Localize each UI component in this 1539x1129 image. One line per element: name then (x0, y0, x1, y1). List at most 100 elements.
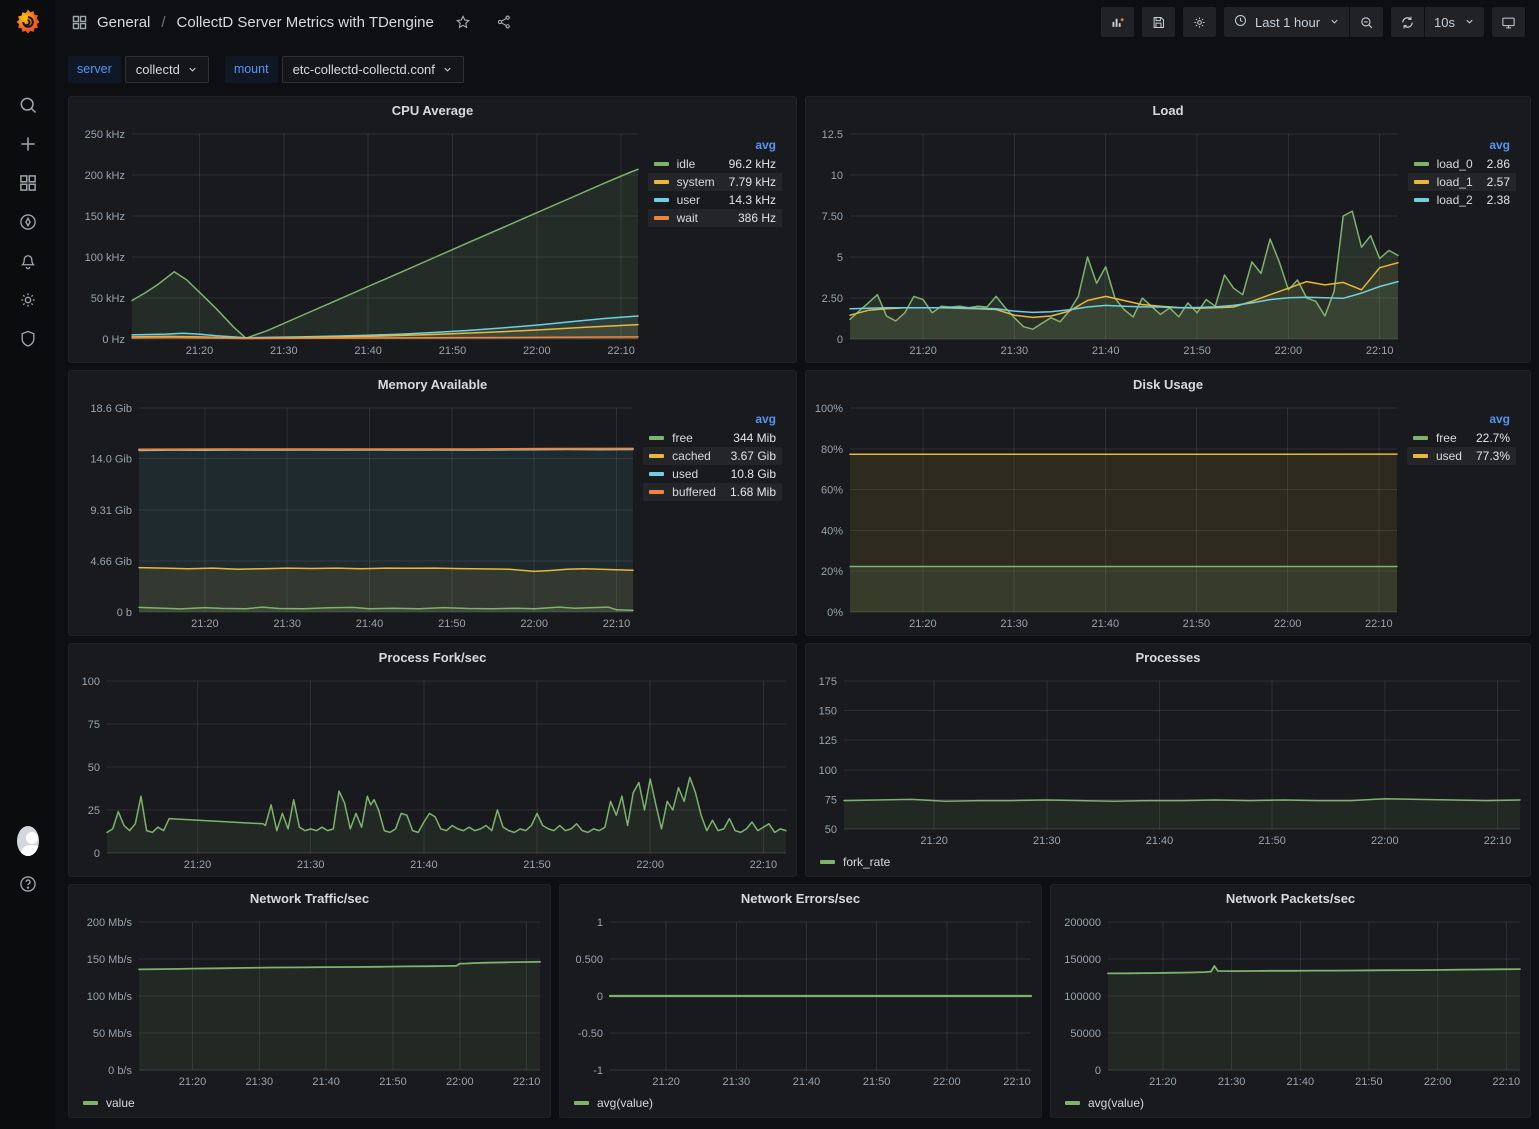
refresh-picker: 10s (1391, 7, 1484, 37)
grafana-logo-icon[interactable] (13, 7, 43, 37)
legend-item-used[interactable]: used10.8 Gib (643, 465, 782, 483)
legend-swatch (649, 436, 664, 440)
panel-title[interactable]: Process Fork/sec (69, 644, 796, 671)
svg-text:150 kHz: 150 kHz (85, 211, 125, 223)
svg-text:200 kHz: 200 kHz (85, 170, 125, 182)
legend-item-free[interactable]: free22.7% (1407, 429, 1516, 447)
panel-title[interactable]: Memory Available (69, 371, 796, 398)
disk-usage-chart[interactable]: 0%20%40%60%80%100%21:2021:3021:4021:5022… (810, 398, 1403, 633)
panel-title[interactable]: Network Traffic/sec (69, 885, 550, 912)
user-avatar[interactable] (17, 830, 39, 852)
alerting-bell-icon[interactable] (17, 250, 39, 272)
panel-title[interactable]: CPU Average (69, 97, 796, 124)
panel-load: Load 02.5057.501012.521:2021:3021:4021:5… (805, 96, 1531, 363)
legend-series-name: fork_rate (843, 855, 890, 869)
legend-series-name: load_0 (1437, 157, 1473, 171)
legend-series-value: 2.38 (1473, 193, 1510, 207)
legend-avg-header: avg (643, 410, 782, 429)
svg-text:250 kHz: 250 kHz (85, 129, 125, 141)
svg-text:21:20: 21:20 (652, 1076, 680, 1088)
network-errors-chart[interactable]: -1-0.5000.500121:2021:3021:4021:5022:002… (564, 912, 1037, 1091)
svg-text:21:50: 21:50 (379, 1076, 407, 1088)
legend-item-load_0[interactable]: load_02.86 (1408, 155, 1516, 173)
create-plus-icon[interactable] (17, 133, 39, 155)
explore-compass-icon[interactable] (17, 211, 39, 233)
refresh-interval-button[interactable]: 10s (1424, 7, 1484, 37)
legend-item-wait[interactable]: wait 386 Hz (648, 209, 782, 227)
legend-series-name: cached (672, 449, 711, 463)
share-icon[interactable] (492, 10, 516, 34)
legend-item-avg(value)[interactable]: avg(value) (1065, 1096, 1144, 1110)
save-dashboard-button[interactable] (1142, 7, 1175, 37)
panel-title[interactable]: Disk Usage (806, 371, 1530, 398)
dashboard-settings-button[interactable] (1183, 7, 1216, 37)
star-icon[interactable] (451, 10, 475, 34)
svg-text:2.50: 2.50 (822, 293, 843, 305)
panel-title[interactable]: Processes (806, 644, 1530, 671)
legend-series-value: 386 Hz (724, 211, 776, 225)
network-errors-legend: avg(value) (564, 1091, 1037, 1115)
legend-item-user[interactable]: user14.3 kHz (648, 191, 782, 209)
disk-usage-legend: avgfree22.7%used77.3% (1403, 398, 1526, 633)
legend-swatch (1414, 162, 1429, 166)
svg-text:60%: 60% (821, 485, 843, 497)
dashboards-icon[interactable] (17, 172, 39, 194)
legend-item-idle[interactable]: idle96.2 kHz (648, 155, 782, 173)
svg-text:21:20: 21:20 (179, 1076, 207, 1088)
legend-item-avg(value)[interactable]: avg(value) (574, 1096, 653, 1110)
svg-text:21:30: 21:30 (273, 618, 301, 630)
variable-server-value[interactable]: collectd (125, 56, 209, 83)
network-packets-chart[interactable]: 05000010000015000020000021:2021:3021:402… (1055, 912, 1526, 1091)
legend-swatch (1414, 180, 1429, 184)
legend-item-system[interactable]: system7.79 kHz (648, 173, 782, 191)
cpu-average-chart[interactable]: 0 Hz50 kHz100 kHz150 kHz200 kHz250 kHz21… (73, 124, 644, 360)
panel-title[interactable]: Load (806, 97, 1530, 124)
legend-item-load_2[interactable]: load_22.38 (1408, 191, 1516, 209)
legend-item-cached[interactable]: cached3.67 Gib (643, 447, 782, 465)
panel-title[interactable]: Network Errors/sec (560, 885, 1041, 912)
variable-server-label[interactable]: server (68, 56, 121, 83)
legend-series-value: 22.7% (1462, 431, 1510, 445)
svg-text:150 Mb/s: 150 Mb/s (87, 954, 133, 966)
search-icon[interactable] (17, 94, 39, 116)
svg-text:22:10: 22:10 (750, 859, 778, 871)
configuration-gear-icon[interactable] (17, 289, 39, 311)
legend-series-value: 344 Mib (719, 431, 776, 445)
variable-mount-label[interactable]: mount (225, 56, 278, 83)
zoom-out-button[interactable] (1349, 7, 1383, 37)
network-traffic-chart[interactable]: 0 b/s50 Mb/s100 Mb/s150 Mb/s200 Mb/s21:2… (73, 912, 546, 1091)
legend-series-name: load_1 (1437, 175, 1473, 189)
legend-series-name: wait (677, 211, 698, 225)
legend-item-fork_rate[interactable]: fork_rate (820, 855, 890, 869)
svg-text:25: 25 (88, 805, 100, 817)
legend-swatch (1413, 436, 1428, 440)
legend-item-used[interactable]: used77.3% (1407, 447, 1516, 465)
refresh-button[interactable] (1391, 7, 1424, 37)
svg-text:12.5: 12.5 (822, 129, 843, 141)
svg-text:0: 0 (597, 991, 603, 1003)
svg-text:21:20: 21:20 (1149, 1076, 1177, 1088)
panel-process-fork: Process Fork/sec 025507510021:2021:3021:… (68, 643, 797, 877)
load-chart[interactable]: 02.5057.501012.521:2021:3021:4021:5022:0… (810, 124, 1404, 360)
help-icon[interactable] (17, 873, 39, 895)
dashboard-title[interactable]: CollectD Server Metrics with TDengine (177, 14, 434, 31)
legend-item-free[interactable]: free344 Mib (643, 429, 782, 447)
dashboard-grid-icon (71, 14, 88, 31)
legend-item-value[interactable]: value (83, 1096, 135, 1110)
breadcrumb-folder[interactable]: General (97, 14, 150, 31)
memory-available-chart[interactable]: 0 b4.66 Gib9.31 Gib14.0 Gib18.6 Gib21:20… (73, 398, 639, 633)
process-fork-chart[interactable]: 025507510021:2021:3021:4021:5022:0022:10 (73, 671, 792, 874)
legend-item-load_1[interactable]: load_12.57 (1408, 173, 1516, 191)
panel-title[interactable]: Network Packets/sec (1051, 885, 1530, 912)
svg-text:100: 100 (82, 676, 100, 688)
svg-text:22:00: 22:00 (933, 1076, 961, 1088)
variable-mount-value[interactable]: etc-collectd-collectd.conf (282, 56, 464, 83)
svg-text:50: 50 (88, 762, 100, 774)
server-admin-shield-icon[interactable] (17, 328, 39, 350)
legend-item-buffered[interactable]: buffered1.68 Mib (643, 483, 782, 501)
time-range-button[interactable]: Last 1 hour (1224, 7, 1349, 37)
svg-text:22:00: 22:00 (1275, 345, 1303, 357)
cycle-view-mode-button[interactable] (1492, 7, 1525, 37)
add-panel-button[interactable] (1101, 7, 1134, 37)
processes-chart[interactable]: 507510012515017521:2021:3021:4021:5022:0… (810, 671, 1526, 850)
